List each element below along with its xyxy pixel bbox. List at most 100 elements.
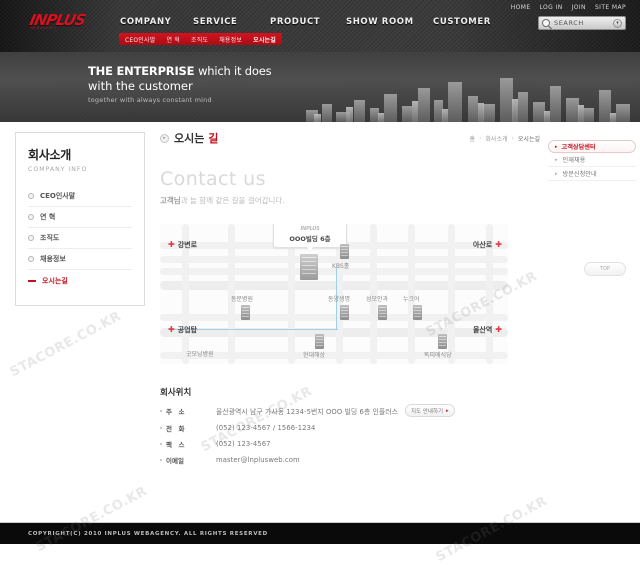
- page-title-text: 오시는 길: [174, 132, 219, 145]
- dot-icon: [160, 427, 162, 429]
- sidebar-subtitle: COMPANY INFO: [28, 166, 88, 173]
- sidebar-item-label: 조직도: [40, 234, 60, 242]
- quick-item-label: 방문신청안내: [562, 171, 597, 178]
- watermark: STACORE.CO.KR: [33, 483, 150, 556]
- callout-logo: INPLUS: [300, 226, 320, 232]
- copyright-text: COPYRIGHT(C) 2010 INPLUS WEBAGENCY. ALL …: [28, 530, 268, 537]
- hero-text: THE ENTERPRISE which it does with the cu…: [88, 64, 272, 104]
- sidebar-item-recruit[interactable]: 채용정보: [28, 249, 132, 270]
- info-value: (052) 123-4567 / 1566-1234: [216, 424, 316, 432]
- sidebar-menu: CEO인사말 연 혁 조직도 채용정보 오시는길: [28, 186, 132, 291]
- nav-item-service[interactable]: SERVICE: [193, 17, 270, 27]
- map-landmark-label-ddokddi: 똑띠에식당: [424, 352, 452, 359]
- info-value[interactable]: master@lnplusweb.com: [216, 456, 300, 464]
- company-building-marker: [300, 254, 318, 280]
- site-logo[interactable]: INPLUS WEBAGENCY: [28, 11, 102, 33]
- subnav-item-ceo[interactable]: CEO인사말: [125, 35, 155, 44]
- contact-subheading: 고객님과 늘 함께 같은 길을 걸어갑니다.: [160, 196, 285, 205]
- dot-icon: [160, 443, 162, 445]
- arrow-right-icon: ▸: [555, 143, 558, 150]
- company-info-section: 회사위치 주 소 울산광역시 남구 가사동 1234-5번지 OOO 빌딩 6층…: [160, 386, 540, 465]
- dash-bullet-icon: [28, 279, 36, 282]
- info-heading: 회사위치: [160, 388, 192, 398]
- hero-line-2: with the customer: [88, 79, 193, 93]
- plus-marker-icon: ✚: [168, 325, 175, 334]
- logo-text: INPLUS: [28, 11, 87, 29]
- plus-marker-icon: ✚: [495, 325, 502, 334]
- utility-link-login[interactable]: LOG IN: [540, 4, 563, 11]
- sidebar-item-label: 연 혁: [40, 213, 56, 221]
- map-landmark-label-kbs: KBS홀: [332, 263, 350, 270]
- sidebar-item-directions[interactable]: 오시는길: [28, 270, 132, 291]
- callout-address: OOO빌딩 6층: [289, 235, 331, 243]
- nav-item-product[interactable]: PRODUCT: [270, 17, 346, 27]
- quick-item-label: 인재채용: [562, 157, 586, 164]
- map-road-label-gongeoptap: ✚ 공업탑: [168, 325, 198, 335]
- dot-icon: [160, 459, 162, 461]
- logo-subtext: WEBAGENCY: [29, 26, 59, 30]
- sidebar-item-history[interactable]: 연 혁: [28, 207, 132, 228]
- info-key: 주 소: [160, 406, 216, 416]
- map-landmark-label-goodmorning: 굿모닝병원: [186, 351, 214, 358]
- city-skyline-image: [306, 78, 630, 122]
- landmark-building: [340, 244, 349, 259]
- circle-bullet-icon: [28, 256, 34, 262]
- scroll-top-button[interactable]: TOP: [584, 262, 626, 276]
- plus-marker-icon: ✚: [495, 240, 502, 249]
- sidebar-item-label: 채용정보: [40, 255, 66, 263]
- nav-item-company[interactable]: COMPANY: [120, 17, 193, 27]
- info-row-fax: 팩 스 (052) 123-4567: [160, 439, 540, 449]
- map-road-label-gangbyeonro: ✚ 강변로: [168, 240, 198, 250]
- subnav-item-recruit[interactable]: 채용정보: [219, 35, 242, 44]
- landmark-building: [438, 334, 447, 349]
- subnav-item-org[interactable]: 조직도: [191, 35, 208, 44]
- breadcrumb-current: 오시는길: [517, 135, 540, 143]
- info-key: 이메일: [160, 455, 216, 465]
- info-key: 전 화: [160, 423, 216, 433]
- breadcrumb-company[interactable]: 회사소개: [485, 134, 507, 143]
- landmark-building: [315, 334, 324, 349]
- subnav-item-directions[interactable]: 오시는길: [253, 35, 276, 44]
- utility-link-sitemap[interactable]: SITE MAP: [595, 4, 626, 11]
- company-callout: INPLUS OOO빌딩 6층: [273, 224, 347, 251]
- content-area: ▸ 오시는 길 홈 › 회사소개 › 오시는길 Contact us 고객님과 …: [160, 130, 540, 465]
- landmark-building: [241, 305, 250, 320]
- quick-item-visit[interactable]: ▸ 방문신청안내: [548, 167, 636, 181]
- sidebar-item-ceo[interactable]: CEO인사말: [28, 186, 132, 207]
- circle-bullet-icon: [28, 235, 34, 241]
- utility-link-join[interactable]: JOIN: [572, 4, 586, 11]
- hero-line-3: together with always constant mind: [88, 96, 212, 104]
- breadcrumb-home[interactable]: 홈: [469, 134, 475, 143]
- subnav-item-history[interactable]: 연 혁: [166, 35, 180, 44]
- hero-line-1: THE ENTERPRISE which it does: [88, 64, 272, 78]
- map-landmark-label-dongmun: 동문병원: [231, 296, 254, 303]
- search-input[interactable]: SEARCH: [554, 19, 584, 27]
- map-landmark-label-nukeo: 누크어: [403, 296, 420, 303]
- arrow-right-icon: ▸: [446, 407, 449, 414]
- sidebar-item-org[interactable]: 조직도: [28, 228, 132, 249]
- quick-menu: ▸ 고객상담센터 ▸ 인재채용 ▸ 방문신청안내: [548, 140, 636, 181]
- quick-item-recruit[interactable]: ▸ 인재채용: [548, 153, 636, 167]
- arrow-circle-icon: ▸: [160, 133, 169, 143]
- search-box[interactable]: SEARCH ▾: [538, 16, 626, 30]
- landmark-building: [340, 305, 349, 320]
- breadcrumb-separator: ›: [511, 134, 514, 142]
- map-landmark-label-seongmo: 성모안과: [366, 296, 389, 303]
- info-value: 울산광역시 남구 가사동 1234-5번지 OOO 빌딩 6층 인플러스: [216, 407, 398, 416]
- location-map[interactable]: INPLUS OOO빌딩 6층 ✚ 강변로 아산로 ✚ ✚ 공업탑 울산역 ✚: [160, 224, 508, 364]
- map-landmark-label-hyundai: 현대해상: [303, 352, 326, 359]
- watermark: STACORE.CO.KR: [7, 308, 124, 381]
- chevron-down-icon[interactable]: ▾: [613, 18, 622, 28]
- utility-link-home[interactable]: HOME: [511, 4, 531, 11]
- map-guide-button[interactable]: 지도 안내하기 ▸: [404, 404, 455, 417]
- quick-item-counseling[interactable]: ▸ 고객상담센터: [548, 140, 636, 153]
- page-header-row: ▸ 오시는 길 홈 › 회사소개 › 오시는길: [160, 130, 540, 146]
- info-row-phone: 전 화 (052) 123-4567 / 1566-1234: [160, 423, 540, 433]
- search-icon: [542, 19, 550, 27]
- site-header: INPLUS WEBAGENCY HOME LOG IN JOIN SITE M…: [0, 0, 640, 52]
- utility-nav: HOME LOG IN JOIN SITE MAP: [511, 4, 626, 11]
- circle-bullet-icon: [28, 193, 34, 199]
- breadcrumb: 홈 › 회사소개 › 오시는길: [469, 134, 540, 143]
- nav-item-showroom[interactable]: SHOW ROOM: [346, 17, 433, 27]
- nav-item-customer[interactable]: CUSTOMER: [433, 17, 491, 27]
